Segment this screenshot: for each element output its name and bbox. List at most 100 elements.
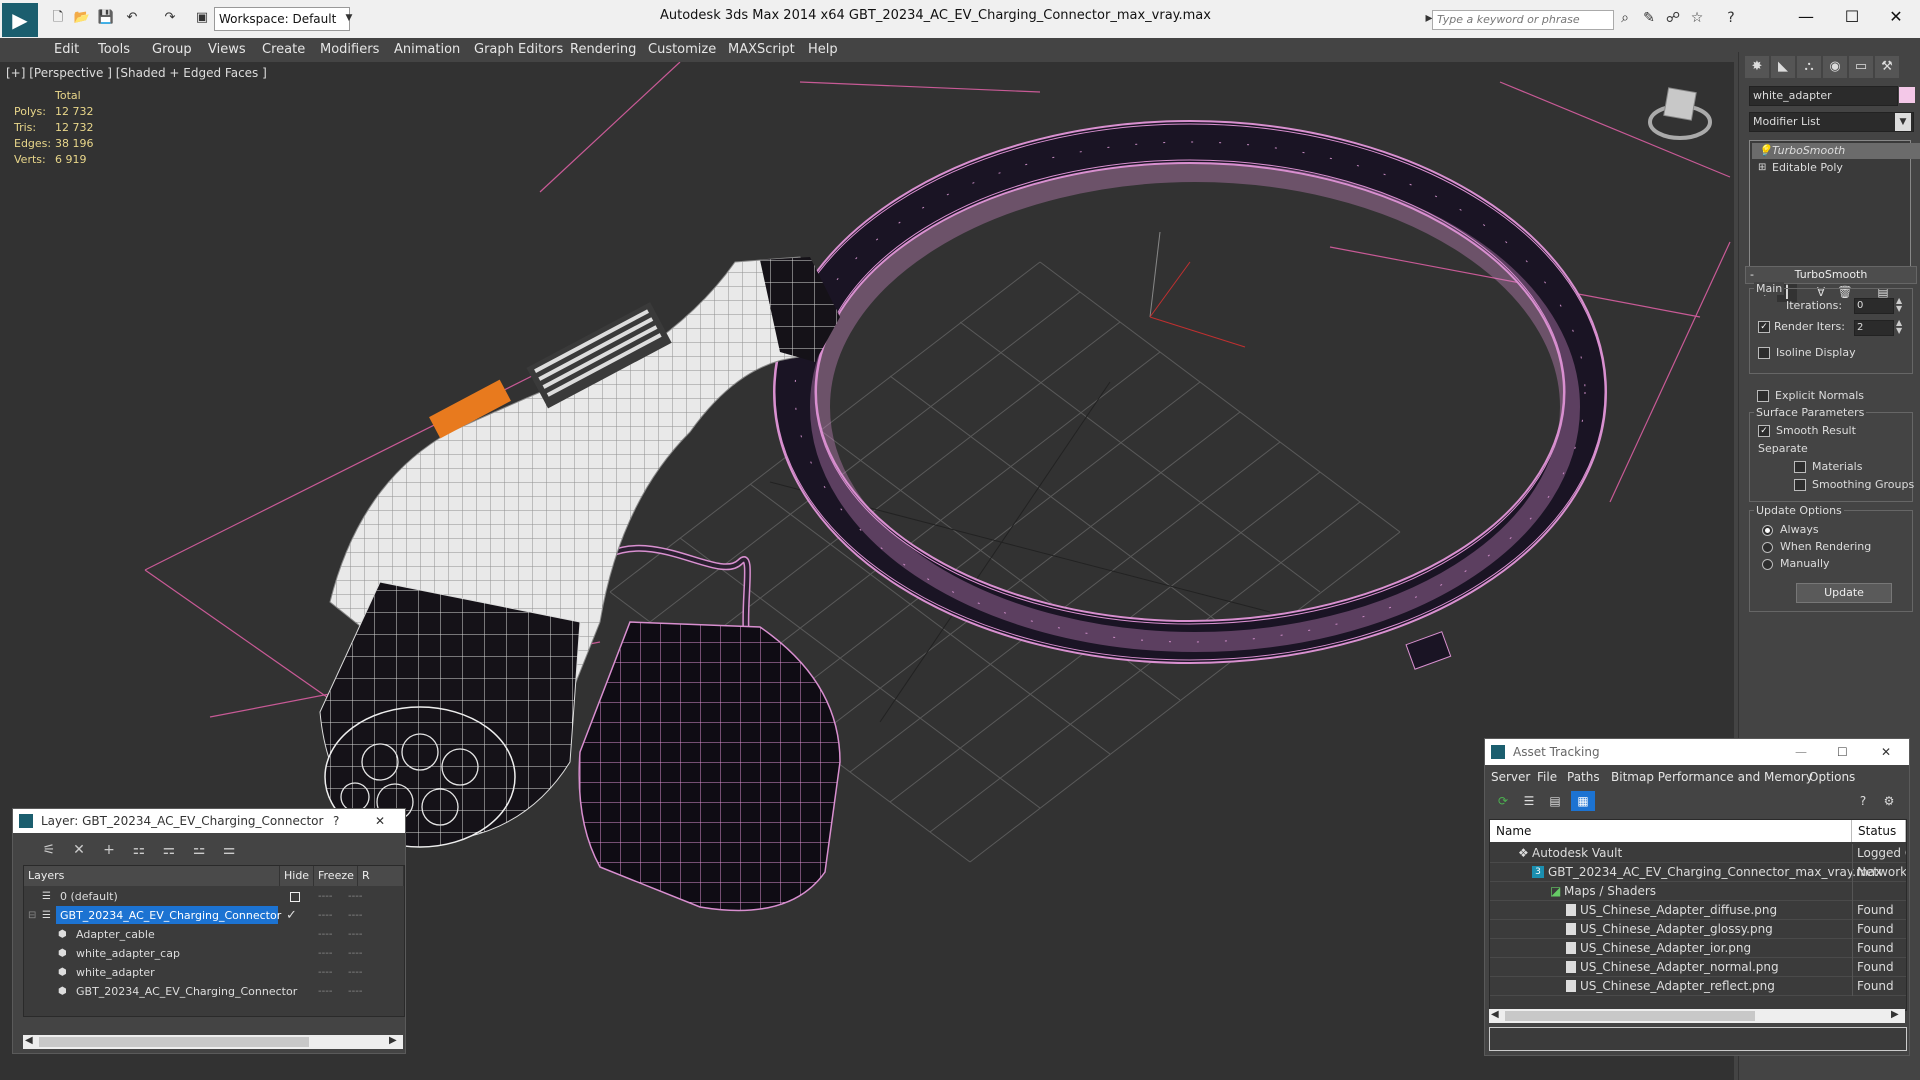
hierarchy-tab-icon[interactable]: ⛬	[1797, 56, 1821, 78]
hide-toggle[interactable]: ----	[318, 944, 332, 963]
asset-row[interactable]: ◪ Maps / Shaders	[1490, 882, 1906, 901]
close-button[interactable]: ✕	[375, 809, 385, 833]
column-header-hide[interactable]: Hide	[280, 866, 314, 886]
menu-help[interactable]: Help	[808, 38, 838, 62]
lightbulb-icon[interactable]: 💡	[1758, 143, 1772, 159]
hide-toggle[interactable]: ----	[318, 982, 332, 1001]
chevron-down-icon[interactable]: ▼	[1895, 113, 1911, 131]
minimize-button[interactable]: —	[1786, 4, 1826, 30]
layer-row[interactable]: ⬢ Adapter_cable ---- ----	[24, 925, 404, 944]
menu-paths[interactable]: Paths	[1567, 767, 1600, 787]
column-header-name[interactable]: Name	[1490, 820, 1852, 842]
menu-create[interactable]: Create	[262, 38, 305, 62]
update-button[interactable]: Update	[1796, 583, 1892, 603]
spinner-arrows-icon[interactable]: ▲ ▼	[1896, 319, 1902, 335]
scroll-right-icon[interactable]: ▶	[1891, 1009, 1899, 1020]
help-icon[interactable]: ?	[1720, 10, 1742, 26]
app-logo-icon[interactable]: ▶	[2, 3, 38, 37]
undo-icon[interactable]: ↶	[122, 9, 142, 27]
save-icon[interactable]: 💾	[96, 9, 116, 27]
new-file-icon[interactable]: 🗋	[48, 9, 68, 27]
display-tab-icon[interactable]: ▭	[1849, 56, 1873, 78]
hide-toggle[interactable]: ----	[318, 963, 332, 982]
freeze-all-icon[interactable]: ⚌	[217, 839, 241, 861]
stack-item-editable-poly[interactable]: ⊞ Editable Poly	[1752, 160, 1920, 176]
binoculars-icon[interactable]: ⌕	[1614, 10, 1636, 26]
communication-icon[interactable]: ✎	[1638, 10, 1660, 26]
help-button[interactable]: ?	[333, 809, 339, 833]
close-button[interactable]: ✕	[1876, 4, 1916, 30]
scrollbar-thumb[interactable]	[39, 1037, 309, 1047]
when-rendering-radio[interactable]	[1762, 542, 1773, 553]
modify-tab-icon[interactable]: ◣	[1771, 56, 1795, 78]
current-layer-icon[interactable]	[290, 892, 300, 902]
menu-maxscript[interactable]: MAXScript	[728, 38, 795, 62]
collapse-minus-icon[interactable]: ⊟	[28, 906, 36, 925]
asset-row[interactable]: US_Chinese_Adapter_reflect.png Found	[1490, 977, 1906, 996]
menu-edit[interactable]: Edit	[54, 38, 79, 62]
workspace-select[interactable]: Workspace: Default	[214, 7, 350, 31]
hide-toggle[interactable]: ----	[318, 925, 332, 944]
hide-toggle[interactable]: ----	[318, 887, 332, 906]
delete-layer-icon[interactable]: ✕	[67, 839, 91, 861]
asset-row[interactable]: US_Chinese_Adapter_diffuse.png Found	[1490, 901, 1906, 920]
redo-icon[interactable]: ↷	[160, 9, 180, 27]
freeze-toggle[interactable]: ----	[348, 963, 362, 982]
smooth-result-checkbox[interactable]: ✓	[1758, 425, 1770, 437]
close-button[interactable]: ✕	[1881, 739, 1891, 765]
horizontal-scrollbar[interactable]: ◀ ▶	[1489, 1009, 1905, 1023]
layer-row[interactable]: ⊟ ☰ GBT_20234_AC_EV_Charging_Connector ✓…	[24, 906, 404, 925]
chevron-down-icon[interactable]: ▼	[341, 8, 357, 28]
isoline-display-checkbox[interactable]	[1758, 347, 1770, 359]
menu-graph-editors[interactable]: Graph Editors	[474, 38, 563, 62]
menu-views[interactable]: Views	[208, 38, 246, 62]
checkmark-icon[interactable]: ✓	[286, 906, 297, 925]
materials-checkbox[interactable]	[1794, 461, 1806, 473]
freeze-toggle[interactable]: ----	[348, 906, 362, 925]
select-objects-icon[interactable]: ⚏	[127, 839, 151, 861]
asset-row[interactable]: US_Chinese_Adapter_ior.png Found	[1490, 939, 1906, 958]
settings-icon[interactable]: ⚙	[1877, 791, 1901, 811]
menu-server[interactable]: Server	[1491, 767, 1530, 787]
detail-view-icon[interactable]: ▤	[1543, 791, 1567, 811]
expand-plus-icon[interactable]: ⊞	[1758, 160, 1766, 176]
maximize-button[interactable]: ☐	[1832, 4, 1872, 30]
menu-modifiers[interactable]: Modifiers	[320, 38, 379, 62]
object-color-swatch[interactable]	[1899, 87, 1915, 103]
utilities-tab-icon[interactable]: ⚒	[1875, 56, 1899, 78]
column-header-layers[interactable]: Layers	[24, 866, 280, 886]
asset-row[interactable]: 3 GBT_20234_AC_EV_Charging_Connector_max…	[1490, 863, 1906, 882]
menu-options[interactable]: Options	[1809, 767, 1855, 787]
help-icon[interactable]: ?	[1851, 791, 1875, 811]
layer-row[interactable]: ☰ 0 (default) ---- ----	[24, 887, 404, 906]
menu-animation[interactable]: Animation	[394, 38, 460, 62]
iterations-spinner[interactable]: 0	[1854, 298, 1894, 314]
spinner-arrows-icon[interactable]: ▲ ▼	[1896, 297, 1902, 313]
render-iters-checkbox[interactable]: ✓	[1758, 321, 1770, 333]
column-header-render[interactable]: R	[358, 866, 404, 886]
hide-toggle[interactable]: ----	[318, 906, 332, 925]
stack-item-turbosmooth[interactable]: 💡 TurboSmooth	[1752, 143, 1920, 159]
object-name-field[interactable]: white_adapter	[1749, 86, 1898, 106]
always-radio[interactable]	[1762, 525, 1773, 536]
keyword-search-input[interactable]: Type a keyword or phrase	[1432, 10, 1614, 30]
viewport-label[interactable]: [+] [Perspective ] [Shaded + Edged Faces…	[6, 66, 267, 80]
account-icon[interactable]: ☍	[1662, 10, 1684, 26]
menu-bitmap-performance[interactable]: Bitmap Performance and Memory	[1611, 767, 1813, 787]
add-selected-icon[interactable]: +	[97, 839, 121, 861]
menu-tools[interactable]: Tools	[98, 38, 130, 62]
hide-all-icon[interactable]: ⚍	[187, 839, 211, 861]
layer-row[interactable]: ⬢ GBT_20234_AC_EV_Charging_Connector ---…	[24, 982, 404, 1001]
menu-rendering[interactable]: Rendering	[570, 38, 636, 62]
open-file-icon[interactable]: 📂	[72, 9, 92, 27]
list-view-icon[interactable]: ☰	[1517, 791, 1541, 811]
layer-row[interactable]: ⬢ white_adapter ---- ----	[24, 963, 404, 982]
menu-customize[interactable]: Customize	[648, 38, 716, 62]
column-header-status[interactable]: Status	[1852, 820, 1906, 842]
asset-row[interactable]: US_Chinese_Adapter_glossy.png Found	[1490, 920, 1906, 939]
column-header-freeze[interactable]: Freeze	[314, 866, 358, 886]
motion-tab-icon[interactable]: ◉	[1823, 56, 1847, 78]
render-iters-spinner[interactable]: 2	[1854, 320, 1894, 336]
layer-row[interactable]: ⬢ white_adapter_cap ---- ----	[24, 944, 404, 963]
table-view-icon[interactable]: ▦	[1571, 791, 1595, 811]
